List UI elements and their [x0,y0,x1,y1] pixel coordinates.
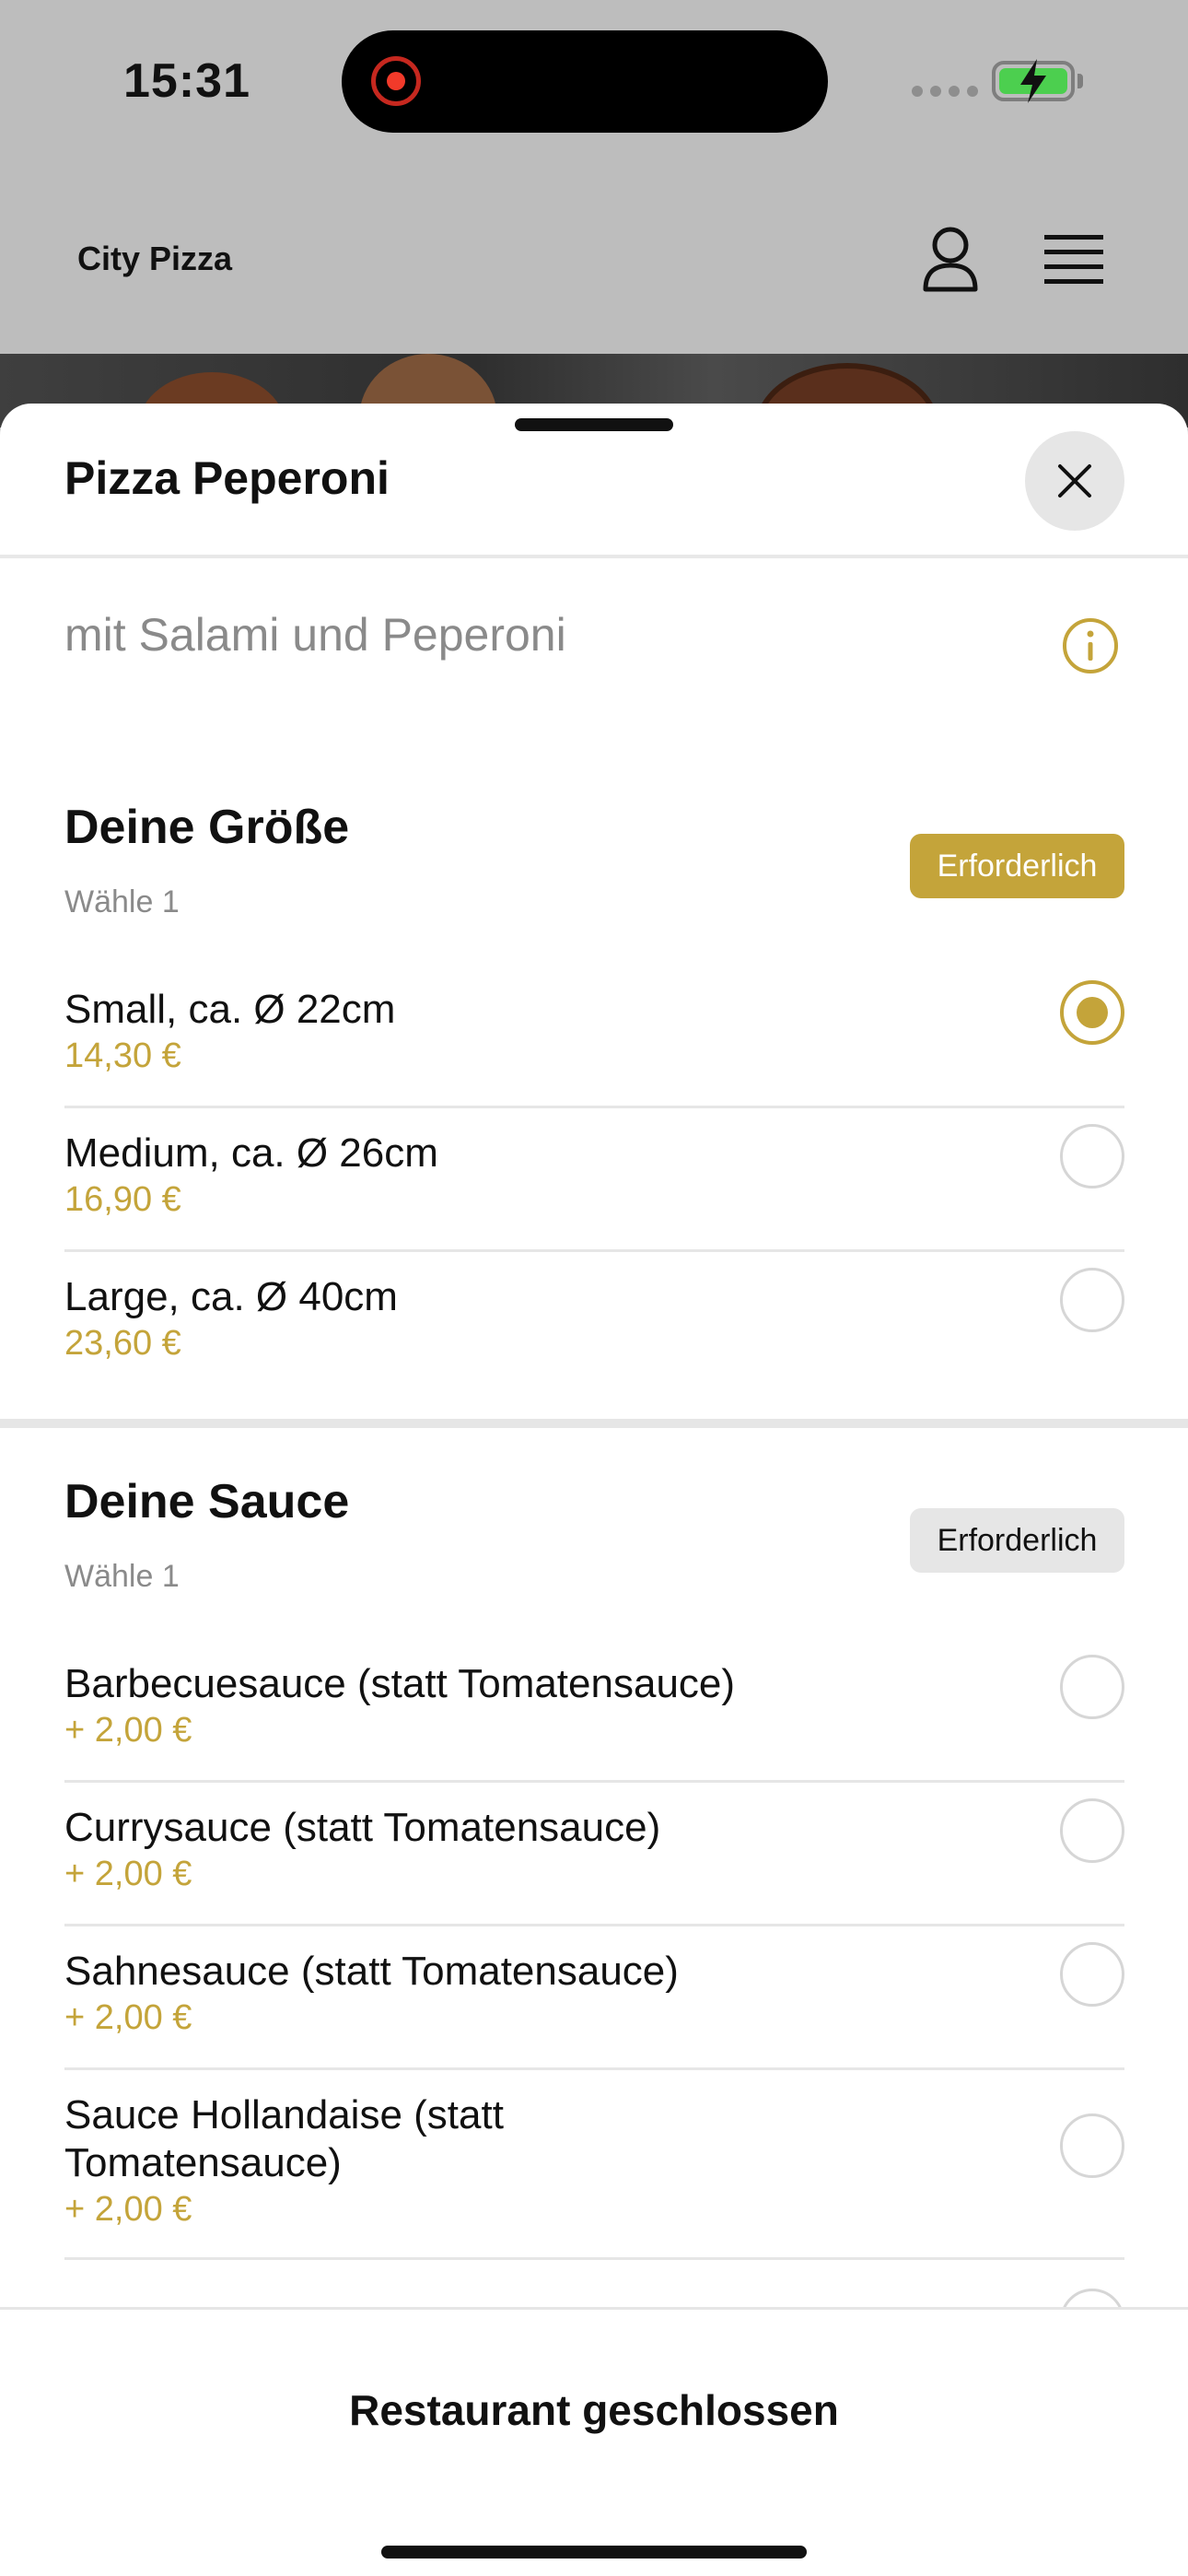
required-badge: Erforderlich [910,1508,1124,1573]
option-name: Barbecuesauce (statt Tomatensauce) [64,1661,736,1706]
option-name: Sauce Hollandaise (statt Tomatensauce) [64,2092,504,2185]
option-name: Large, ca. Ø 40cm [64,1274,398,1319]
product-title: Pizza Peperoni [64,452,390,504]
product-description: mit Salami und Peperoni [64,609,566,661]
sauce-option-sahne[interactable]: Sahnesauce (statt Tomatensauce) + 2,00 € [64,1942,1124,2049]
close-button[interactable] [1025,431,1124,531]
option-name: Sahnesauce (statt Tomatensauce) [64,1949,679,1994]
option-name: Currysauce (statt Tomatensauce) [64,1805,661,1850]
close-icon [1058,464,1091,498]
recording-indicator-icon [371,56,421,106]
dynamic-island [342,30,828,133]
required-badge: Erforderlich [910,834,1124,898]
radio-icon[interactable] [1060,1124,1124,1188]
section-divider [0,1419,1188,1428]
radio-selected-icon[interactable] [1060,980,1124,1045]
info-icon[interactable] [1062,617,1119,674]
radio-icon[interactable] [1060,2113,1124,2178]
size-option-medium[interactable]: Medium, ca. Ø 26cm 16,90 € [64,1124,1124,1231]
sauce-option-barbecue[interactable]: Barbecuesauce (statt Tomatensauce) + 2,0… [64,1655,1124,1762]
sauce-option-hollandaise[interactable]: Sauce Hollandaise (statt Tomatensauce) +… [64,2091,1124,2239]
size-group-title: Deine Größe [64,801,350,854]
option-price: + 2,00 € [64,1855,192,1893]
option-price: + 2,00 € [64,1998,192,2037]
radio-icon[interactable] [1060,1268,1124,1332]
hamburger-icon [1044,235,1103,284]
option-price: 23,60 € [64,1324,181,1363]
charging-bolt-icon [1020,59,1046,103]
option-name: Medium, ca. Ø 26cm [64,1130,438,1176]
size-option-large[interactable]: Large, ca. Ø 40cm 23,60 € [64,1268,1124,1375]
bottom-bar: Restaurant geschlossen [0,2307,1188,2576]
radio-icon[interactable] [1060,1798,1124,1863]
option-price: + 2,00 € [64,2190,192,2229]
home-indicator[interactable] [381,2546,807,2558]
header-divider [0,555,1188,558]
app-header: City Pizza [0,166,1188,354]
size-group-subtitle: Wähle 1 [64,884,180,919]
status-bar: 15:31 [0,0,1188,166]
menu-button[interactable] [1035,221,1112,299]
product-sheet: Pizza Peperoni mit Salami und Peperoni D… [0,404,1188,2576]
option-price: 16,90 € [64,1180,181,1219]
restaurant-closed-label: Restaurant geschlossen [349,2386,839,2434]
brand-title[interactable]: City Pizza [77,240,232,278]
person-icon [923,227,978,292]
option-name: Small, ca. Ø 22cm [64,987,396,1032]
sheet-grabber[interactable] [515,418,673,431]
cellular-signal-icon [912,86,978,97]
option-price: 14,30 € [64,1036,181,1075]
radio-icon[interactable] [1060,1942,1124,2007]
sauce-group-subtitle: Wähle 1 [64,1559,180,1594]
radio-icon[interactable] [1060,1655,1124,1719]
size-option-small[interactable]: Small, ca. Ø 22cm 14,30 € [64,980,1124,1087]
profile-button[interactable] [912,221,989,299]
option-price: + 2,00 € [64,1711,192,1750]
sauce-group-title: Deine Sauce [64,1475,350,1528]
status-time: 15:31 [123,54,250,108]
sauce-option-curry[interactable]: Currysauce (statt Tomatensauce) + 2,00 € [64,1798,1124,1905]
